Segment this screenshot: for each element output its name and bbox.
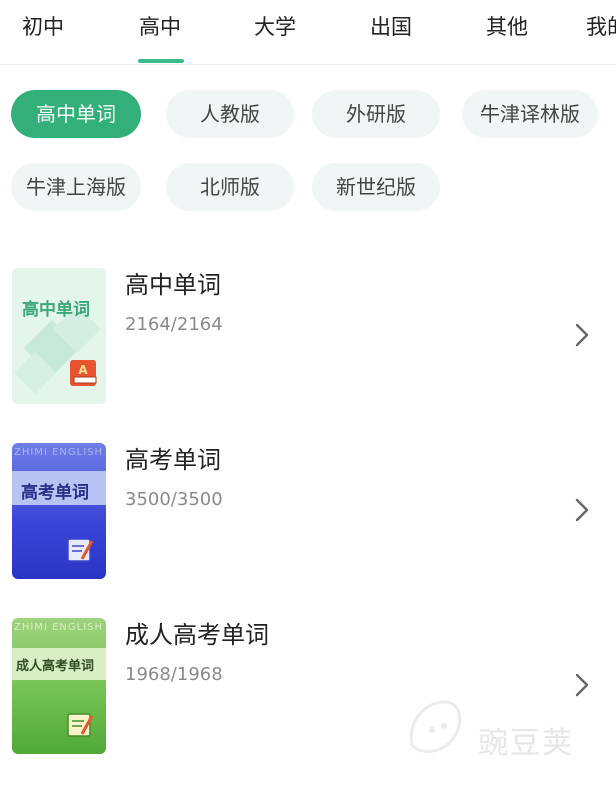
book-progress-count: 2164/2164: [125, 314, 223, 335]
chevron-right-icon[interactable]: [570, 670, 594, 700]
tab-junior-high[interactable]: 初中: [22, 12, 64, 42]
watermark-text: 豌豆荚: [478, 726, 574, 761]
chip-pep[interactable]: 人教版: [166, 90, 294, 138]
tab-abroad[interactable]: 出国: [370, 12, 412, 42]
chip-oxford-yilin[interactable]: 牛津译林版: [462, 90, 598, 138]
book-cover: ZHIMI ENGLISH 高考单词: [12, 443, 106, 579]
cover-title: 成人高考单词: [16, 659, 95, 674]
scroll-pen-icon: [67, 538, 94, 562]
chip-senior-words[interactable]: 高中单词: [11, 90, 141, 138]
chip-new-century[interactable]: 新世纪版: [312, 163, 440, 211]
cover-top-text: ZHIMI ENGLISH: [14, 447, 104, 458]
chevron-right-icon[interactable]: [570, 495, 594, 525]
book-item[interactable]: ZHIMI ENGLISH 高考单词 高考单词 3500/3500: [0, 443, 616, 583]
tab-senior-high[interactable]: 高中: [139, 12, 181, 42]
book-item[interactable]: 高中单词 A 高中单词 2164/2164: [0, 268, 616, 408]
chevron-right-icon[interactable]: [570, 320, 594, 350]
book-cover: 高中单词 A: [12, 268, 106, 404]
chip-fltrp[interactable]: 外研版: [312, 90, 440, 138]
book-a-icon: A: [70, 360, 97, 386]
cover-title: 高考单词: [21, 483, 89, 503]
book-cover: ZHIMI ENGLISH 成人高考单词: [12, 618, 106, 754]
tab-university[interactable]: 大学: [254, 12, 296, 42]
tab-other[interactable]: 其他: [486, 12, 528, 42]
watermark-logo-icon: [409, 700, 462, 753]
book-progress-count: 1968/1968: [125, 664, 223, 685]
book-title: 高考单词: [125, 446, 221, 474]
book-title: 高中单词: [125, 271, 221, 299]
tab-mine[interactable]: 我的: [586, 12, 616, 42]
cover-title: 高中单词: [22, 300, 90, 320]
active-tab-indicator: [138, 59, 184, 63]
book-progress-count: 3500/3500: [125, 489, 223, 510]
svg-text:A: A: [78, 363, 88, 377]
chip-bnu[interactable]: 北师版: [166, 163, 294, 211]
cover-top-text: ZHIMI ENGLISH: [14, 622, 104, 633]
chip-oxford-shanghai[interactable]: 牛津上海版: [11, 163, 141, 211]
book-title: 成人高考单词: [125, 621, 269, 649]
scroll-pen-icon: [67, 713, 94, 737]
top-tab-bar: 初中 高中 大学 出国 其他 我的: [0, 0, 616, 65]
